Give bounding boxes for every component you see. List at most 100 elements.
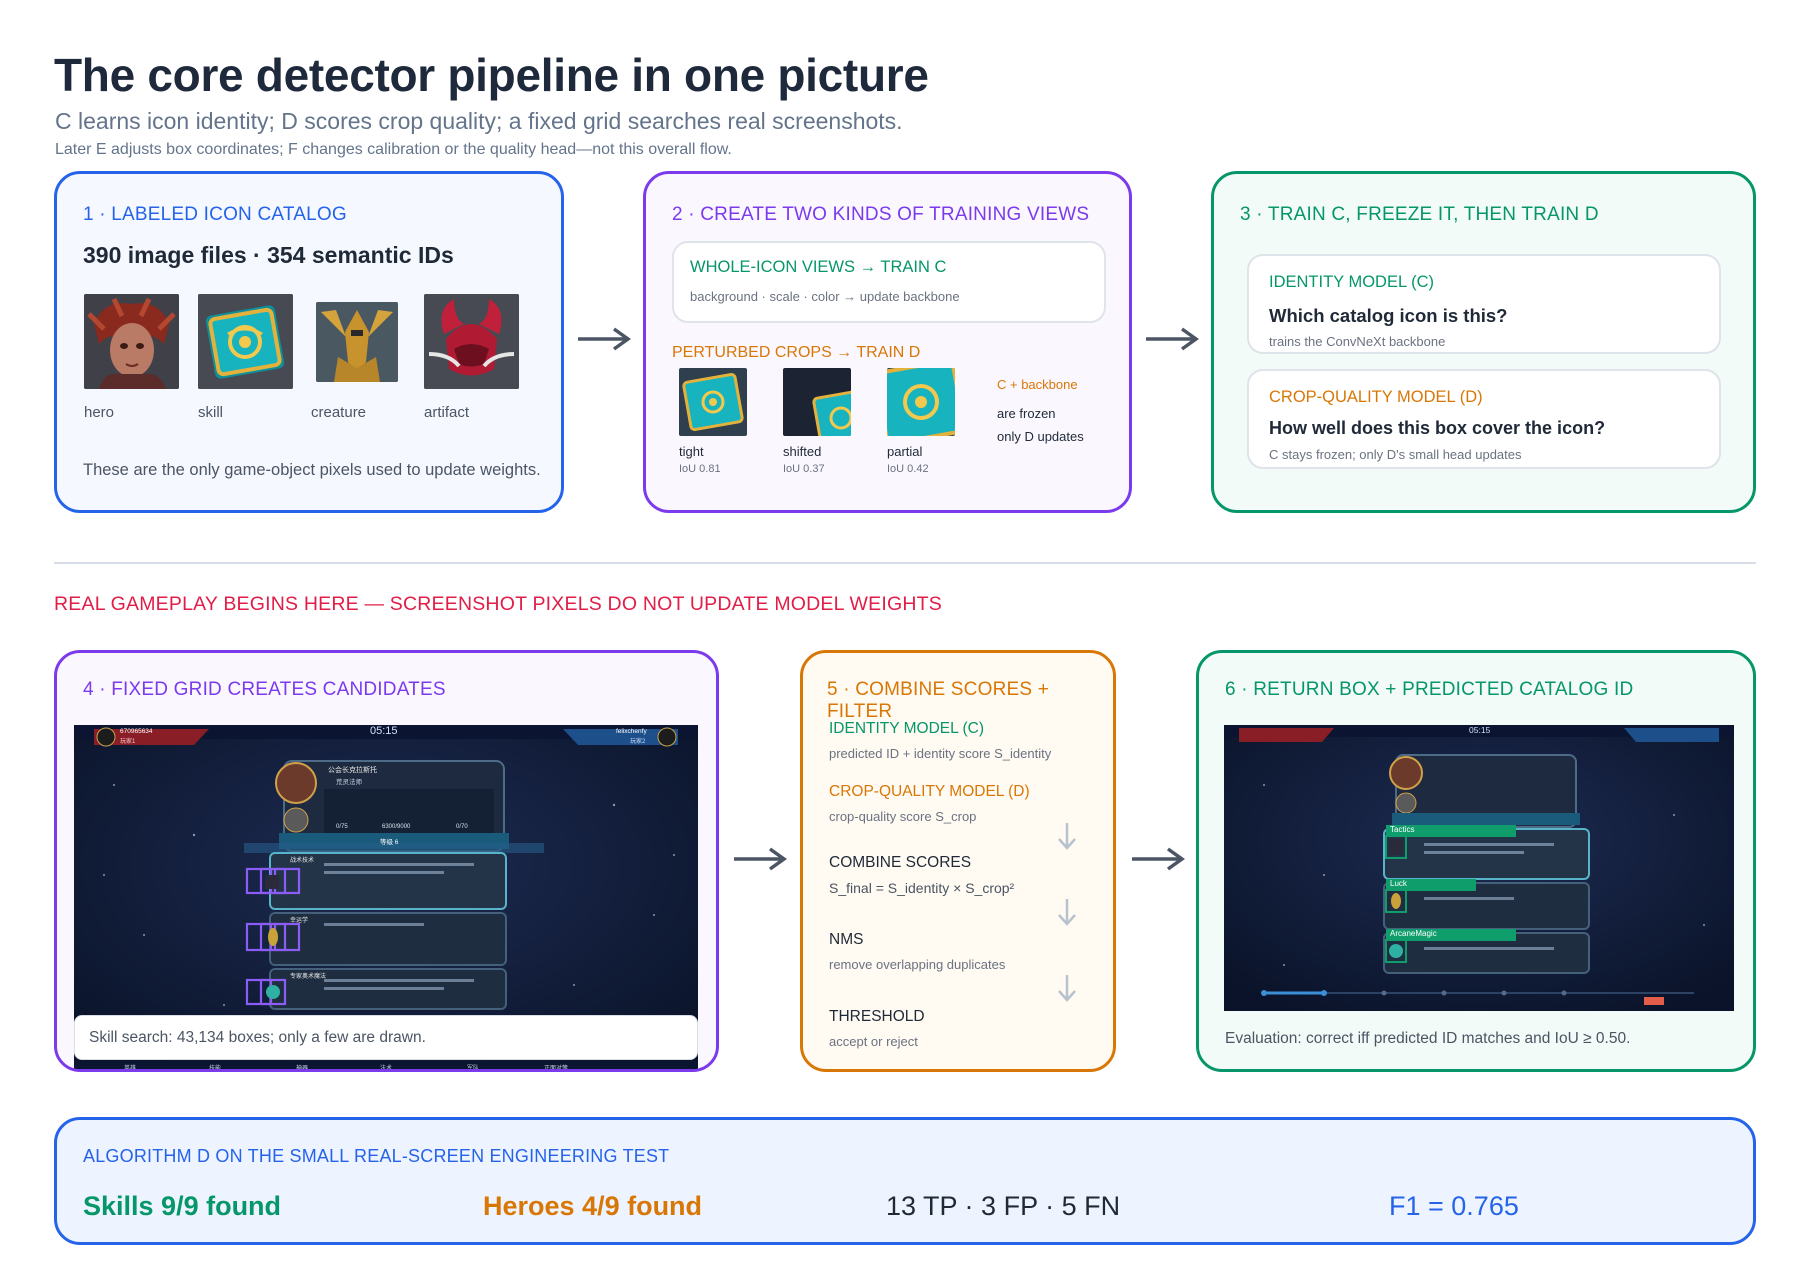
whole-views-desc: background · scale · color → update back… bbox=[690, 289, 960, 304]
page-title: The core detector pipeline in one pictur… bbox=[54, 49, 929, 101]
step4-heading: 4 · FIXED GRID CREATES CANDIDATES bbox=[83, 679, 446, 700]
result-timer: 05:15 bbox=[1469, 725, 1491, 735]
page-note: Later E adjusts box coordinates; F chang… bbox=[55, 141, 732, 158]
step2-heading: 2 · CREATE TWO KINDS OF TRAINING VIEWS bbox=[672, 204, 1090, 225]
crop-shifted-thumb bbox=[783, 368, 851, 436]
creature-knight-icon bbox=[316, 302, 398, 382]
section-divider bbox=[54, 562, 1756, 564]
nav-item-skills: 技能 bbox=[209, 1066, 222, 1072]
frozen-note-1: C + backbone bbox=[997, 377, 1078, 392]
step2-card: 2 · CREATE TWO KINDS OF TRAINING VIEWS W… bbox=[643, 171, 1132, 513]
nav-item-artifacts: 神器 bbox=[296, 1066, 309, 1072]
detected-label-luck: Luck bbox=[1390, 879, 1407, 888]
detected-label-arcanemagic: ArcaneMagic bbox=[1390, 929, 1437, 938]
crop-partial-thumb bbox=[887, 368, 955, 436]
grid-search-caption: Skill search: 43,134 boxes; only a few a… bbox=[89, 1029, 426, 1046]
whole-icon-views-box: WHOLE-ICON VIEWS → TRAIN C background · … bbox=[672, 241, 1106, 323]
identity-score-desc: predicted ID + identity score S_identity bbox=[829, 746, 1052, 761]
page-subtitle: C learns icon identity; D scores crop qu… bbox=[55, 108, 903, 134]
confusion-counts-stat: 13 TP · 3 FP · 5 FN bbox=[886, 1191, 1121, 1221]
nav-item-spells: 法术 bbox=[380, 1066, 393, 1072]
catalog-counts: 390 image files · 354 semantic IDs bbox=[83, 242, 454, 268]
icon-label-creature: creature bbox=[311, 404, 367, 421]
stat-morale: 0/75 bbox=[336, 824, 348, 830]
identity-model-question: Which catalog icon is this? bbox=[1269, 305, 1508, 326]
gameplay-banner: REAL GAMEPLAY BEGINS HERE — SCREENSHOT P… bbox=[54, 593, 942, 615]
arrow-right-icon bbox=[734, 847, 788, 871]
guild-name: 公会长克拉斯托 bbox=[328, 767, 377, 774]
identity-model-note: trains the ConvNeXt backbone bbox=[1269, 334, 1446, 349]
crop-shifted-label: shifted bbox=[783, 444, 822, 459]
crop-shifted-iou: IoU 0.37 bbox=[783, 463, 825, 475]
nms-desc: remove overlapping duplicates bbox=[829, 957, 1006, 972]
step5-heading: 5 · COMBINE SCORES + FILTER bbox=[827, 679, 1050, 722]
crop-score-desc: crop-quality score S_crop bbox=[829, 809, 977, 824]
result-screenshot: 05:15 Tactics Luck ArcaneMagic bbox=[1224, 725, 1734, 1011]
step3-heading: 3 · TRAIN C, FREEZE IT, THEN TRAIN D bbox=[1240, 204, 1599, 225]
nav-item-army: 军队 bbox=[467, 1066, 480, 1072]
player-left-sub: 玩家1 bbox=[120, 739, 136, 745]
hero-level: 等级 6 bbox=[380, 839, 399, 846]
artifact-helmet-icon bbox=[424, 294, 519, 389]
stat-mana: 0/70 bbox=[456, 824, 468, 830]
arrow-down-icon bbox=[1058, 823, 1076, 850]
results-card: ALGORITHM D ON THE SMALL REAL-SCREEN ENG… bbox=[54, 1117, 1756, 1245]
threshold-desc: accept or reject bbox=[829, 1034, 918, 1049]
nav-item-strategy: 正面对策 bbox=[544, 1066, 569, 1072]
crop-score-title: CROP-QUALITY MODEL (D) bbox=[829, 783, 1030, 800]
arrow-right-icon bbox=[1146, 327, 1200, 351]
step5-card: 5 · COMBINE SCORES + FILTER IDENTITY MOD… bbox=[800, 650, 1116, 1072]
catalog-footer: These are the only game-object pixels us… bbox=[83, 461, 541, 479]
player-right-id: felixchenfy bbox=[616, 728, 647, 735]
guild-sub: 荒灵法师 bbox=[336, 779, 362, 786]
crop-quality-note: C stays frozen; only D's small head upda… bbox=[1269, 447, 1522, 462]
identity-score-title: IDENTITY MODEL (C) bbox=[829, 720, 985, 737]
step4-card: 4 · FIXED GRID CREATES CANDIDATES 05:15 … bbox=[54, 650, 719, 1072]
results-heading: ALGORITHM D ON THE SMALL REAL-SCREEN ENG… bbox=[83, 1146, 670, 1166]
frozen-note-2: are frozen bbox=[997, 406, 1056, 421]
perturbed-crops-title: PERTURBED CROPS → TRAIN D bbox=[672, 344, 921, 361]
icon-label-skill: skill bbox=[198, 404, 223, 421]
hero-portrait-icon bbox=[84, 294, 179, 389]
crop-tight-iou: IoU 0.81 bbox=[679, 463, 721, 475]
icon-label-hero: hero bbox=[84, 404, 115, 421]
step1-card: 1 · LABELED ICON CATALOG 390 image files… bbox=[54, 171, 564, 513]
identity-model-title: IDENTITY MODEL (C) bbox=[1269, 273, 1435, 291]
threshold-title: THRESHOLD bbox=[829, 1008, 925, 1025]
icon-label-artifact: artifact bbox=[424, 404, 470, 421]
skills-found-stat: Skills 9/9 found bbox=[83, 1191, 282, 1221]
step6-heading: 6 · RETURN BOX + PREDICTED CATALOG ID bbox=[1225, 679, 1634, 700]
grid-search-caption-box: Skill search: 43,134 boxes; only a few a… bbox=[74, 1015, 698, 1060]
step6-card: 6 · RETURN BOX + PREDICTED CATALOG ID 05… bbox=[1196, 650, 1756, 1072]
player-left-id: 670965634 bbox=[120, 728, 153, 735]
heroes-found-stat: Heroes 4/9 found bbox=[483, 1191, 703, 1221]
whole-views-title: WHOLE-ICON VIEWS → TRAIN C bbox=[690, 258, 947, 276]
arrow-right-icon bbox=[578, 327, 632, 351]
nav-item-heroes: 英雄 bbox=[124, 1066, 137, 1072]
step1-heading: 1 · LABELED ICON CATALOG bbox=[83, 204, 347, 225]
game-timer: 05:15 bbox=[370, 725, 398, 737]
crop-partial-label: partial bbox=[887, 444, 923, 459]
detected-label-tactics: Tactics bbox=[1390, 825, 1415, 834]
crop-quality-model-box: CROP-QUALITY MODEL (D) How well does thi… bbox=[1247, 369, 1721, 469]
skill-row-title: 幸运学 bbox=[290, 918, 309, 924]
stat-experience: 6300/9000 bbox=[382, 824, 411, 830]
skill-book-icon bbox=[198, 294, 293, 389]
combine-scores-formula: S_final = S_identity × S_crop² bbox=[829, 880, 1015, 896]
crop-tight-thumb bbox=[679, 368, 747, 436]
crop-partial-iou: IoU 0.42 bbox=[887, 463, 929, 475]
evaluation-caption: Evaluation: correct iff predicted ID mat… bbox=[1225, 1030, 1631, 1047]
identity-model-box: IDENTITY MODEL (C) Which catalog icon is… bbox=[1247, 254, 1721, 354]
f1-score-stat: F1 = 0.765 bbox=[1389, 1191, 1519, 1221]
arrow-down-icon bbox=[1058, 899, 1076, 926]
player-right-sub: 玩家2 bbox=[630, 739, 646, 745]
crop-quality-title: CROP-QUALITY MODEL (D) bbox=[1269, 388, 1483, 406]
crop-quality-question: How well does this box cover the icon? bbox=[1269, 418, 1606, 438]
skill-row-title: 战术技术 bbox=[290, 858, 315, 864]
arrow-down-icon bbox=[1058, 975, 1076, 1002]
nms-title: NMS bbox=[829, 931, 864, 948]
frozen-note-3: only D updates bbox=[997, 429, 1084, 444]
crop-tight-label: tight bbox=[679, 444, 704, 459]
combine-scores-title: COMBINE SCORES bbox=[829, 854, 972, 871]
arrow-right-icon bbox=[1132, 847, 1186, 871]
